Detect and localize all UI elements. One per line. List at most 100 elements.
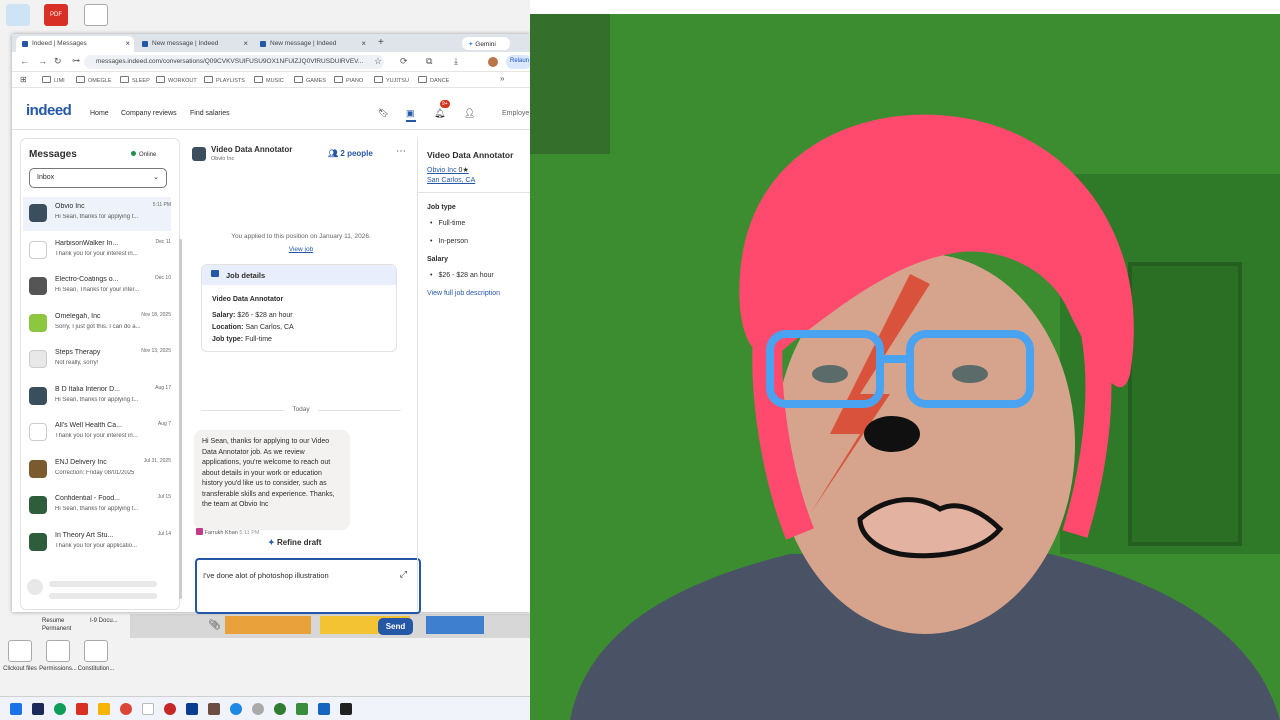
nav-home[interactable]: Home: [90, 110, 109, 117]
company-avatar: [192, 147, 206, 161]
taskbar-app-icon[interactable]: [54, 703, 66, 715]
company-link[interactable]: Obvio Inc 0★: [427, 166, 469, 174]
extensions-icon[interactable]: ⟳: [400, 56, 408, 67]
inbox-select[interactable]: Inbox ⌄: [29, 168, 167, 188]
desktop-file-icon[interactable]: [46, 640, 70, 662]
taskbar-app-icon[interactable]: [318, 703, 330, 715]
company-avatar: [29, 496, 47, 514]
tab-new-message[interactable]: New message | Indeed ×: [254, 36, 370, 52]
online-status[interactable]: Online: [131, 151, 156, 158]
apps-grid-icon[interactable]: ⊞: [20, 75, 27, 84]
bookmark-folder[interactable]: GAMES: [294, 76, 326, 84]
indeed-logo[interactable]: indeed: [26, 102, 72, 119]
close-tab-icon[interactable]: ×: [361, 39, 366, 48]
bookmark-folder[interactable]: WORKOUT: [156, 76, 197, 84]
bookmark-folder[interactable]: PIANO: [334, 76, 363, 84]
conversation-item[interactable]: Steps Therapy Nov 13, 2025 Not really, sor…: [23, 343, 171, 377]
taskbar-app-icon[interactable]: [164, 703, 176, 715]
taskbar-app-icon[interactable]: [252, 703, 264, 715]
bookmark-icon[interactable]: 🔖︎: [378, 108, 389, 118]
tab-new-message[interactable]: New message | Indeed ×: [136, 36, 252, 52]
gemini-icon: ✦: [468, 41, 474, 48]
url-field[interactable]: messages.indeed.com/conversations/Q09CVK…: [84, 55, 384, 69]
webcam-feed: [530, 14, 1280, 720]
nav-find-salaries[interactable]: Find salaries: [190, 110, 230, 117]
tab-indeed-messages[interactable]: Indeed | Messages ×: [16, 36, 134, 52]
conversation-name: Electro-Coatings o...: [55, 276, 119, 283]
message-input[interactable]: I've done alot of photoshop illustration…: [195, 558, 421, 614]
bookmark-star-icon[interactable]: ☆: [374, 56, 382, 67]
taskbar-app-icon[interactable]: [76, 703, 88, 715]
close-tab-icon[interactable]: ×: [243, 39, 248, 48]
back-icon[interactable]: ←: [20, 56, 29, 66]
notifications-icon[interactable]: 🔔︎: [434, 108, 445, 118]
bookmark-folder[interactable]: LIMI: [42, 76, 65, 84]
screenshot-icon[interactable]: ⧉: [426, 56, 432, 67]
scrollbar[interactable]: [179, 239, 182, 599]
taskbar-app-icon[interactable]: [32, 703, 44, 715]
download-icon[interactable]: ⤓: [454, 56, 458, 67]
taskbar-app-icon[interactable]: [98, 703, 110, 715]
start-icon[interactable]: [10, 703, 22, 715]
taskbar-app-icon[interactable]: [208, 703, 220, 715]
bookmark-folder[interactable]: YUJITSU: [374, 76, 409, 84]
left-shadow: [530, 14, 610, 154]
people-button[interactable]: 👥︎ 2 people: [328, 149, 373, 158]
conversation-item[interactable]: Electro-Coatings o... Dec 10 Hi Sean, Than…: [23, 270, 171, 304]
taskbar-app-icon[interactable]: [340, 703, 352, 715]
taskbar-app-icon[interactable]: [274, 703, 286, 715]
conversation-item[interactable]: HarbisonWalker In... Dec 11 Thank you for …: [23, 234, 171, 268]
location-link[interactable]: San Carlos, CA: [427, 177, 475, 184]
profile-avatar[interactable]: [488, 57, 498, 67]
conversation-item[interactable]: Confidential - Food... Jul 15 Hi Sean, tha…: [23, 489, 171, 523]
location-label: Location:: [212, 324, 244, 331]
pdf-file-icon[interactable]: PDF: [44, 4, 68, 26]
refine-draft-button[interactable]: ✦ Refine draft: [268, 538, 321, 547]
send-button[interactable]: Send: [378, 618, 413, 635]
gemini-button[interactable]: ✦ Gemini: [462, 37, 510, 50]
full-description-link[interactable]: View full job description: [427, 290, 500, 297]
conversation-item[interactable]: Omelegah, Inc Nov 18, 2025 Sorry, I just g…: [23, 307, 171, 341]
attachment-icon[interactable]: 📎︎: [208, 620, 221, 631]
taskbar-app-icon[interactable]: [296, 703, 308, 715]
conversation-item[interactable]: Obvio Inc 5:11 PM Hi Sean, thanks for appl…: [23, 197, 171, 231]
taskbar-app-icon[interactable]: [230, 703, 242, 715]
forward-icon[interactable]: →: [38, 56, 47, 66]
desktop-file-icon[interactable]: [8, 640, 32, 662]
more-bookmarks-icon[interactable]: »: [500, 74, 504, 83]
bookmark-folder[interactable]: SLEEP: [120, 76, 150, 84]
taskbar-app-icon[interactable]: [142, 703, 154, 715]
job-type-item: In-person: [430, 238, 468, 245]
bookmark-folder[interactable]: PLAYLISTS: [204, 76, 245, 84]
briefcase-icon: [211, 270, 219, 277]
conversation-item[interactable]: ENJ Delivery Inc Jul 31, 2025 Correction: …: [23, 453, 171, 487]
conversation-item[interactable]: All's Well Health Ca... Aug 7 Thank you fo…: [23, 416, 171, 450]
more-options-icon[interactable]: ⋯: [396, 146, 406, 157]
desktop-icon-label: Constitution...: [77, 666, 115, 672]
taskbar-app-icon[interactable]: [186, 703, 198, 715]
close-tab-icon[interactable]: ×: [125, 39, 130, 48]
document-file-icon[interactable]: [84, 4, 108, 26]
new-tab-button[interactable]: +: [378, 37, 384, 48]
bookmark-folder[interactable]: DANCE: [418, 76, 449, 84]
recycle-bin-icon[interactable]: [6, 4, 30, 26]
conversation-item[interactable]: In Theory Art Stu... Jul 14 Thank you for …: [23, 526, 171, 560]
desktop-file-icon[interactable]: [84, 640, 108, 662]
account-icon[interactable]: 👤︎: [464, 108, 475, 118]
expand-icon[interactable]: ⤢: [400, 569, 407, 580]
bookmark-folder[interactable]: OMEGLE: [76, 76, 112, 84]
taskbar-chrome-icon[interactable]: [120, 703, 132, 715]
bookmark-folder[interactable]: MUSIC: [254, 76, 284, 84]
conversation-item[interactable]: B D Italia Interior D... Aug 17 Hi Sean, t…: [23, 380, 171, 414]
salary-value: $26 - $28 an hour: [237, 312, 293, 319]
conversation-preview: Hi Sean, Thanks for your inter...: [55, 287, 140, 293]
nav-company-reviews[interactable]: Company reviews: [121, 110, 177, 117]
tab-label: New message | Indeed: [270, 40, 337, 47]
view-job-link[interactable]: View job: [186, 246, 416, 253]
site-info-icon[interactable]: ⊶: [72, 56, 80, 65]
conversation-date: Aug 17: [155, 384, 171, 391]
messages-icon[interactable]: ▣: [406, 108, 416, 122]
employers-link[interactable]: Employe: [502, 110, 529, 117]
relaunch-button[interactable]: Relaun: [506, 55, 532, 69]
reload-icon[interactable]: ↻: [54, 56, 62, 67]
